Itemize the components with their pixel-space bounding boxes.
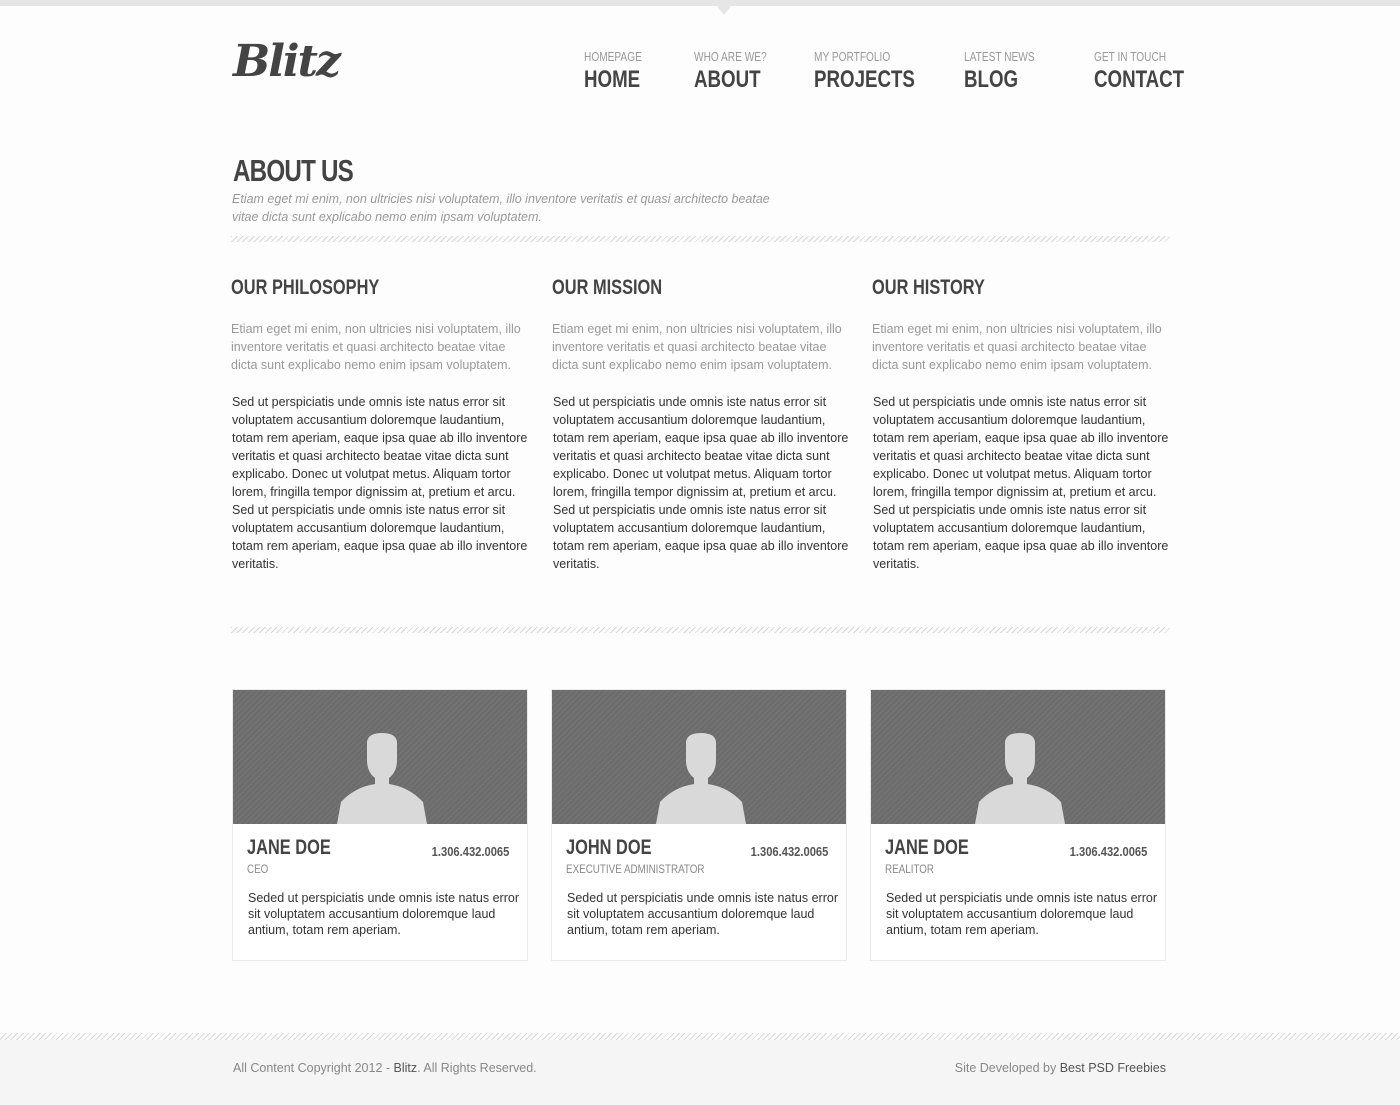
nav-item-subtitle: Homepage	[584, 49, 642, 64]
team-member-phone: 1.306.432.0065	[1069, 844, 1147, 859]
team-card: Jane Doe 1.306.432.0065 Realitor Seded u…	[870, 689, 1166, 961]
column-philosophy: Our Philosophy Etiam eget mi enim, non u…	[231, 276, 531, 571]
team-member-bio: Seded ut perspiciatis unde omnis iste na…	[886, 891, 1157, 937]
team-photo	[233, 690, 527, 824]
nav-item-home[interactable]: Homepage Home	[584, 49, 658, 94]
team-member-phone: 1.306.432.0065	[431, 844, 509, 859]
team-member-bio: Seded ut perspiciatis unde omnis iste na…	[567, 891, 838, 937]
nav-item-subtitle: Get in touch	[1094, 49, 1167, 64]
nav-item-label: Home	[584, 66, 641, 93]
nav-item-about[interactable]: Who are we? About	[694, 49, 787, 94]
nav-item-subtitle: Who are we?	[694, 49, 767, 64]
nav-item-subtitle: My portfolio	[814, 49, 891, 64]
top-bar	[0, 0, 1400, 6]
column-lead: Etiam eget mi enim, non ultricies nisi v…	[552, 322, 842, 372]
nav-item-subtitle: Latest news	[964, 49, 1035, 64]
column-lead: Etiam eget mi enim, non ultricies nisi v…	[872, 322, 1162, 372]
team-member-phone: 1.306.432.0065	[750, 844, 828, 859]
nav-item-contact[interactable]: Get in touch Contact	[1094, 49, 1210, 94]
credit-prefix: Site Developed by	[954, 1061, 1057, 1075]
column-lead: Etiam eget mi enim, non ultricies nisi v…	[231, 322, 521, 372]
team-member-bio: Seded ut perspiciatis unde omnis iste na…	[248, 891, 519, 937]
column-title: Our Philosophy	[231, 276, 380, 299]
page-intro: Etiam eget mi enim, non ultricies nisi v…	[232, 192, 770, 224]
team-card: Jane Doe 1.306.432.0065 CEO Seded ut per…	[232, 689, 528, 961]
team-member-role: Executive Administrator	[566, 862, 705, 876]
team-photo	[871, 690, 1165, 824]
person-silhouette-icon	[656, 733, 746, 824]
column-title: Our Mission	[552, 276, 663, 299]
developer-link[interactable]: Best PSD Freebies	[1060, 1061, 1166, 1075]
page-title: About Us	[233, 153, 354, 188]
nav-item-label: Blog	[964, 66, 1019, 93]
column-body: Sed ut perspiciatis unde omnis iste natu…	[232, 395, 528, 571]
copyright-suffix: . All Rights Reserved.	[417, 1061, 537, 1075]
nav-item-label: Contact	[1094, 66, 1185, 93]
footer-brand-link[interactable]: Blitz	[394, 1061, 418, 1075]
column-title: Our History	[872, 276, 985, 299]
team-card: John Doe 1.306.432.0065 Executive Admini…	[551, 689, 847, 961]
footer-hatch	[0, 1033, 1400, 1040]
hatched-divider	[231, 627, 1170, 633]
team-member-name: Jane Doe	[247, 836, 331, 859]
column-history: Our History Etiam eget mi enim, non ultr…	[872, 276, 1172, 571]
nav-item-blog[interactable]: Latest news Blog	[964, 49, 1055, 94]
column-mission: Our Mission Etiam eget mi enim, non ultr…	[552, 276, 852, 571]
team-member-role: CEO	[247, 862, 269, 876]
team-member-name: John Doe	[566, 836, 652, 859]
column-body: Sed ut perspiciatis unde omnis iste natu…	[553, 395, 849, 571]
nav-item-label: About	[694, 66, 761, 93]
team-member-name: Jane Doe	[885, 836, 969, 859]
nav-item-label: Projects	[814, 66, 915, 93]
copyright-prefix: All Content Copyright 2012 -	[233, 1061, 391, 1075]
team-photo	[552, 690, 846, 824]
footer-copyright: All Content Copyright 2012 - Blitz. All …	[233, 1061, 537, 1075]
person-silhouette-icon	[975, 733, 1065, 824]
hatched-divider	[231, 236, 1170, 242]
team-member-role: Realitor	[885, 862, 935, 876]
footer	[0, 1040, 1400, 1105]
site-logo[interactable]: Blitz	[233, 36, 341, 87]
column-body: Sed ut perspiciatis unde omnis iste natu…	[873, 395, 1169, 571]
person-silhouette-icon	[337, 733, 427, 824]
footer-credit: Site Developed by Best PSD Freebies	[955, 1061, 1166, 1075]
nav-item-projects[interactable]: My portfolio Projects	[814, 49, 943, 94]
top-bar-notch	[717, 6, 731, 15]
